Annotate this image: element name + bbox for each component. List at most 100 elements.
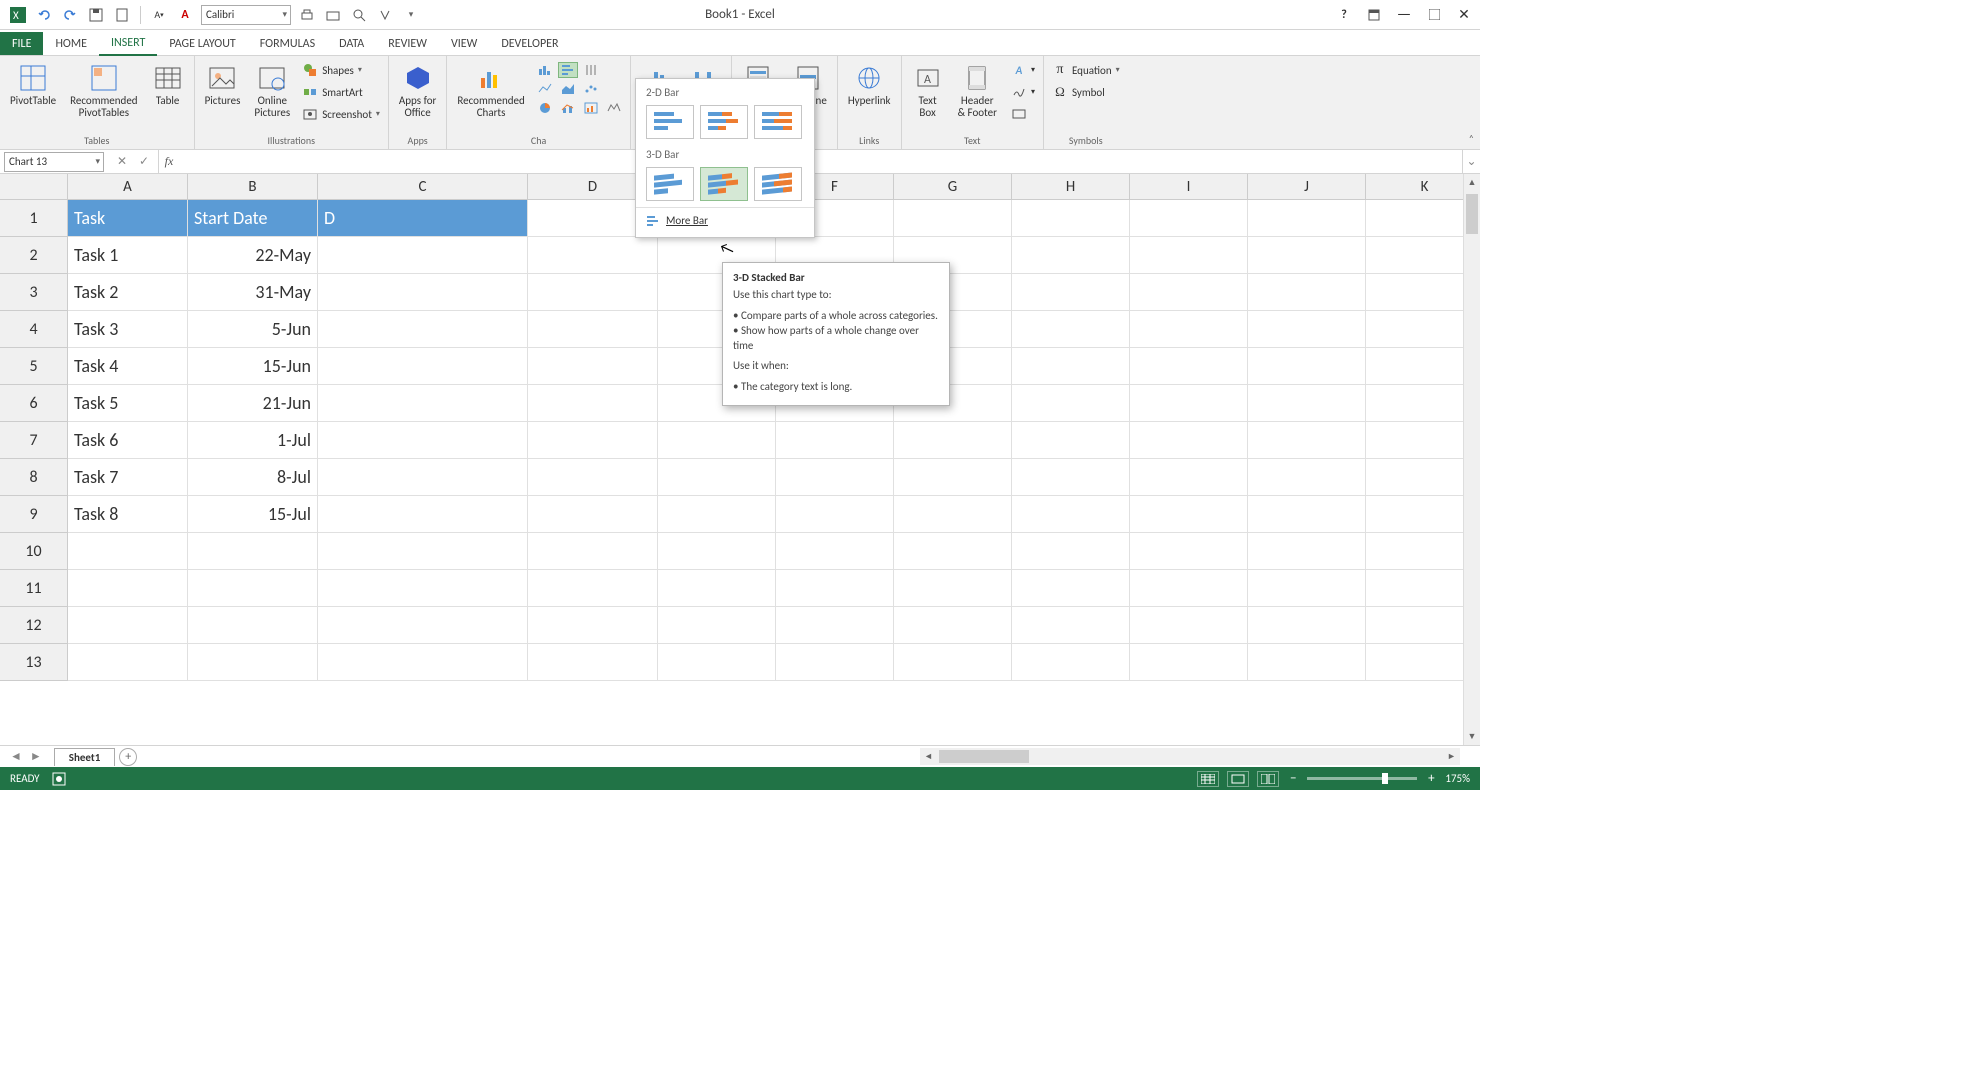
new-icon[interactable]: [112, 5, 132, 25]
sheet-tab-sheet1[interactable]: Sheet1: [54, 748, 116, 766]
row-header[interactable]: 5: [0, 348, 68, 385]
recommended-charts-button[interactable]: Recommended Charts: [453, 60, 528, 121]
cell[interactable]: [1012, 200, 1130, 237]
cell[interactable]: [528, 459, 658, 496]
scroll-right-icon[interactable]: ►: [1443, 751, 1460, 762]
tab-view[interactable]: VIEW: [439, 32, 489, 55]
tab-review[interactable]: REVIEW: [376, 32, 439, 55]
cell[interactable]: [68, 570, 188, 607]
cell[interactable]: [1248, 533, 1366, 570]
cell[interactable]: Task: [68, 200, 188, 237]
insert-stock-chart-button[interactable]: [581, 62, 601, 78]
cell[interactable]: [658, 570, 776, 607]
cell[interactable]: [1012, 385, 1130, 422]
cell[interactable]: 5-Jun: [188, 311, 318, 348]
more-bar-charts-option[interactable]: More Bar: [636, 207, 814, 233]
cell[interactable]: [1130, 644, 1248, 681]
cell[interactable]: D: [318, 200, 528, 237]
vertical-scrollbar[interactable]: ▲ ▼: [1463, 174, 1480, 745]
column-header[interactable]: H: [1012, 174, 1130, 200]
scroll-up-icon[interactable]: ▲: [1464, 174, 1480, 191]
row-header[interactable]: 9: [0, 496, 68, 533]
sheet-nav-prev-icon[interactable]: ◄: [10, 749, 22, 764]
cell[interactable]: [188, 644, 318, 681]
cell[interactable]: [1130, 385, 1248, 422]
tab-developer[interactable]: DEVELOPER: [489, 32, 570, 55]
clustered-2d-bar-option[interactable]: [646, 105, 694, 139]
cell[interactable]: [188, 607, 318, 644]
cell[interactable]: [776, 496, 894, 533]
cell[interactable]: [1130, 274, 1248, 311]
cell[interactable]: [318, 459, 528, 496]
cell[interactable]: [188, 570, 318, 607]
cell[interactable]: [776, 533, 894, 570]
redo-icon[interactable]: [60, 5, 80, 25]
undo-icon[interactable]: [34, 5, 54, 25]
cell[interactable]: Start Date: [188, 200, 318, 237]
macro-record-icon[interactable]: [52, 772, 66, 786]
cell[interactable]: [1130, 459, 1248, 496]
column-header[interactable]: C: [318, 174, 528, 200]
stacked-3d-bar-option[interactable]: [700, 167, 748, 201]
recommended-pivottables-button[interactable]: Recommended PivotTables: [66, 60, 141, 121]
cell[interactable]: 15-Jul: [188, 496, 318, 533]
normal-view-icon[interactable]: [1197, 771, 1219, 787]
cell[interactable]: [68, 533, 188, 570]
select-all-corner[interactable]: [0, 174, 68, 200]
cell[interactable]: Task 2: [68, 274, 188, 311]
cell[interactable]: [1012, 348, 1130, 385]
cell[interactable]: [528, 570, 658, 607]
cell[interactable]: [776, 570, 894, 607]
cell[interactable]: [658, 533, 776, 570]
cell[interactable]: [776, 422, 894, 459]
cell[interactable]: [528, 496, 658, 533]
cell[interactable]: [894, 570, 1012, 607]
cell[interactable]: [1248, 607, 1366, 644]
cancel-formula-icon[interactable]: ✕: [114, 154, 130, 169]
zoom-out-button[interactable]: −: [1287, 771, 1299, 786]
pictures-button[interactable]: Pictures: [201, 60, 245, 109]
cell[interactable]: [318, 644, 528, 681]
clustered-3d-bar-option[interactable]: [646, 167, 694, 201]
column-header[interactable]: A: [68, 174, 188, 200]
insert-column-chart-button[interactable]: [535, 62, 555, 78]
cell[interactable]: [318, 311, 528, 348]
cell[interactable]: [1130, 311, 1248, 348]
add-sheet-button[interactable]: +: [119, 748, 137, 766]
cell[interactable]: [1012, 570, 1130, 607]
name-box[interactable]: Chart 13: [4, 152, 104, 172]
cell[interactable]: [1248, 496, 1366, 533]
cell[interactable]: Task 6: [68, 422, 188, 459]
cell[interactable]: 8-Jul: [188, 459, 318, 496]
cell[interactable]: [1012, 533, 1130, 570]
cell[interactable]: [1130, 570, 1248, 607]
page-layout-view-icon[interactable]: [1227, 771, 1249, 787]
cell[interactable]: [1012, 496, 1130, 533]
tab-file[interactable]: FILE: [0, 32, 43, 55]
insert-sparkline-button[interactable]: [604, 100, 624, 116]
cell[interactable]: [528, 607, 658, 644]
cell[interactable]: [658, 496, 776, 533]
cell[interactable]: [1130, 348, 1248, 385]
cell[interactable]: 31-May: [188, 274, 318, 311]
row-header[interactable]: 3: [0, 274, 68, 311]
cell[interactable]: [528, 237, 658, 274]
tab-home[interactable]: HOME: [43, 32, 99, 55]
row-header[interactable]: 4: [0, 311, 68, 348]
insert-scatter-chart-button[interactable]: [581, 81, 601, 97]
cell[interactable]: [894, 533, 1012, 570]
column-header[interactable]: G: [894, 174, 1012, 200]
cell[interactable]: Task 8: [68, 496, 188, 533]
cell[interactable]: 21-Jun: [188, 385, 318, 422]
cell[interactable]: Task 4: [68, 348, 188, 385]
header-footer-button[interactable]: Header & Footer: [954, 60, 1001, 121]
cell[interactable]: [1012, 459, 1130, 496]
row-header[interactable]: 2: [0, 237, 68, 274]
cell[interactable]: [68, 644, 188, 681]
stacked-100-3d-bar-option[interactable]: [754, 167, 802, 201]
cell[interactable]: [1130, 533, 1248, 570]
scroll-down-icon[interactable]: ▼: [1464, 728, 1480, 745]
minimize-icon[interactable]: —: [1396, 7, 1412, 23]
cell[interactable]: [1248, 311, 1366, 348]
fx-icon[interactable]: fx: [159, 154, 179, 169]
